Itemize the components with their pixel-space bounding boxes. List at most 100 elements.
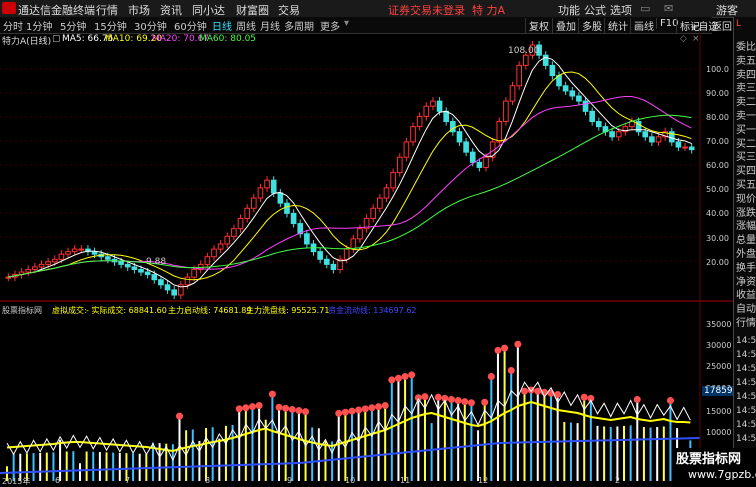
volume-axis-label: 25000 bbox=[706, 362, 732, 371]
menu-item-options[interactable]: 选项 bbox=[610, 2, 632, 18]
indicator-bar bbox=[85, 451, 88, 481]
back-button[interactable]: 返回 bbox=[712, 18, 732, 33]
guest-label[interactable]: 游客 bbox=[716, 2, 738, 18]
indicator-bar bbox=[331, 441, 334, 481]
panel-label: 买三 bbox=[736, 152, 756, 164]
indicator-bar bbox=[404, 379, 407, 481]
indicator-bar bbox=[65, 451, 68, 481]
menu-item-formula[interactable]: 公式 bbox=[584, 2, 606, 18]
menu-item-xiaoda[interactable]: 同小达 bbox=[192, 2, 225, 18]
candle-body bbox=[244, 207, 250, 219]
indicator-bar bbox=[118, 452, 121, 481]
indicator-bar bbox=[231, 425, 234, 481]
menu-item-function[interactable]: 功能 bbox=[558, 2, 580, 18]
indicator-bar bbox=[244, 410, 247, 481]
candle-body bbox=[330, 263, 337, 270]
indicator-bar bbox=[530, 393, 533, 481]
candle-body bbox=[317, 251, 323, 260]
candle-body bbox=[51, 258, 58, 263]
period-15min[interactable]: 15分钟 bbox=[94, 18, 127, 33]
candle-body bbox=[350, 238, 357, 250]
menu-item-quotes[interactable]: 行情 bbox=[96, 2, 118, 18]
ma-toggle-icon[interactable]: ▢ bbox=[52, 34, 61, 44]
candle-body bbox=[32, 266, 38, 270]
period-more[interactable]: 更多 bbox=[320, 18, 340, 33]
volume-axis-label: 10000 bbox=[706, 428, 732, 437]
period-multi[interactable]: 多周期 bbox=[284, 18, 314, 33]
candle-body bbox=[124, 263, 131, 268]
price-axis-label: 100.0 bbox=[706, 65, 729, 74]
candle-body bbox=[503, 100, 509, 123]
panel-label: 净资 bbox=[736, 276, 756, 288]
indicator-bar bbox=[39, 452, 42, 481]
price-axis-label: 40.00 bbox=[706, 209, 729, 218]
candle-body bbox=[430, 100, 436, 107]
dropdown-icon[interactable]: ▾ bbox=[344, 18, 349, 29]
price-chart[interactable] bbox=[0, 33, 733, 487]
menu-item-news[interactable]: 资讯 bbox=[160, 2, 182, 18]
app-logo-icon bbox=[2, 2, 16, 14]
diamond-icon[interactable]: ◇ bbox=[680, 34, 687, 44]
indicator-bar bbox=[662, 426, 665, 481]
signal-dot bbox=[388, 376, 396, 384]
login-notice[interactable]: 证券交易未登录 bbox=[388, 2, 465, 18]
period-30min[interactable]: 30分钟 bbox=[134, 18, 167, 33]
adjust-button[interactable]: 复权 bbox=[525, 18, 549, 33]
indicator-bar bbox=[410, 377, 413, 481]
signal-dot bbox=[242, 404, 250, 412]
period-1min[interactable]: 1分钟 bbox=[26, 18, 52, 33]
candle-body bbox=[576, 95, 582, 102]
indicator-actual: - 实际成交: 68841.60 bbox=[86, 306, 167, 315]
menu-item-wealth[interactable]: 财富圈 bbox=[236, 2, 269, 18]
x-axis-label: 7 bbox=[125, 476, 131, 485]
indicator-bar bbox=[284, 411, 287, 481]
panel-time: 14:50 bbox=[736, 364, 756, 374]
candle-body bbox=[58, 253, 65, 260]
candle-body bbox=[403, 141, 410, 158]
candle-body bbox=[237, 217, 244, 230]
indicator-bar bbox=[483, 405, 486, 481]
period-60min[interactable]: 60分钟 bbox=[174, 18, 207, 33]
mail-icon[interactable]: ✉ bbox=[664, 2, 673, 15]
signal-dot bbox=[514, 340, 522, 348]
signal-dot bbox=[368, 404, 376, 412]
panel-time: 14:50 bbox=[736, 392, 756, 402]
x-axis-label: 6 bbox=[55, 476, 61, 485]
period-intraday[interactable]: 分时 bbox=[3, 18, 23, 33]
ma5-line bbox=[7, 56, 692, 288]
period-weekly[interactable]: 周线 bbox=[236, 18, 256, 33]
indicator-bar bbox=[603, 426, 606, 481]
indicator-bar bbox=[390, 382, 393, 481]
ma60-line bbox=[7, 114, 692, 278]
candle-body bbox=[91, 251, 98, 255]
period-daily[interactable]: 日线 bbox=[212, 18, 232, 33]
minimize-icon[interactable]: ▭ bbox=[640, 2, 650, 15]
indicator-bar bbox=[417, 400, 420, 481]
period-monthly[interactable]: 月线 bbox=[260, 18, 280, 33]
draw-line-button[interactable]: 画线 bbox=[630, 18, 654, 33]
menu-item-trade[interactable]: 交易 bbox=[278, 2, 300, 18]
period-5min[interactable]: 5分钟 bbox=[60, 18, 86, 33]
indicator-bar bbox=[105, 452, 108, 481]
indicator-bar bbox=[112, 452, 115, 481]
signal-dot bbox=[467, 399, 475, 407]
close-chart-icon[interactable]: × bbox=[692, 34, 700, 44]
signal-dot bbox=[580, 393, 588, 401]
signal-dot bbox=[381, 402, 389, 410]
candle-body bbox=[688, 146, 695, 151]
menu-item-market[interactable]: 市场 bbox=[128, 2, 150, 18]
indicator-bar bbox=[92, 451, 95, 481]
stats-button[interactable]: 统计 bbox=[604, 18, 628, 33]
candle-body bbox=[323, 258, 330, 265]
candle-body bbox=[615, 131, 622, 138]
indicator-bar bbox=[457, 403, 460, 481]
multi-stock-button[interactable]: 多股 bbox=[578, 18, 602, 33]
overlay-button[interactable]: 叠加 bbox=[552, 18, 576, 33]
candle-body bbox=[390, 172, 396, 189]
indicator-bar bbox=[291, 412, 294, 481]
ma60-label: MA60: 80.05 bbox=[199, 34, 257, 44]
indicator-bar bbox=[576, 423, 579, 481]
indicator-bar bbox=[384, 408, 387, 481]
signal-dot bbox=[361, 405, 369, 413]
menu-bar: 通达信金融终端 行情 市场 资讯 同小达 财富圈 交易 证券交易未登录 特 力A… bbox=[0, 0, 756, 18]
